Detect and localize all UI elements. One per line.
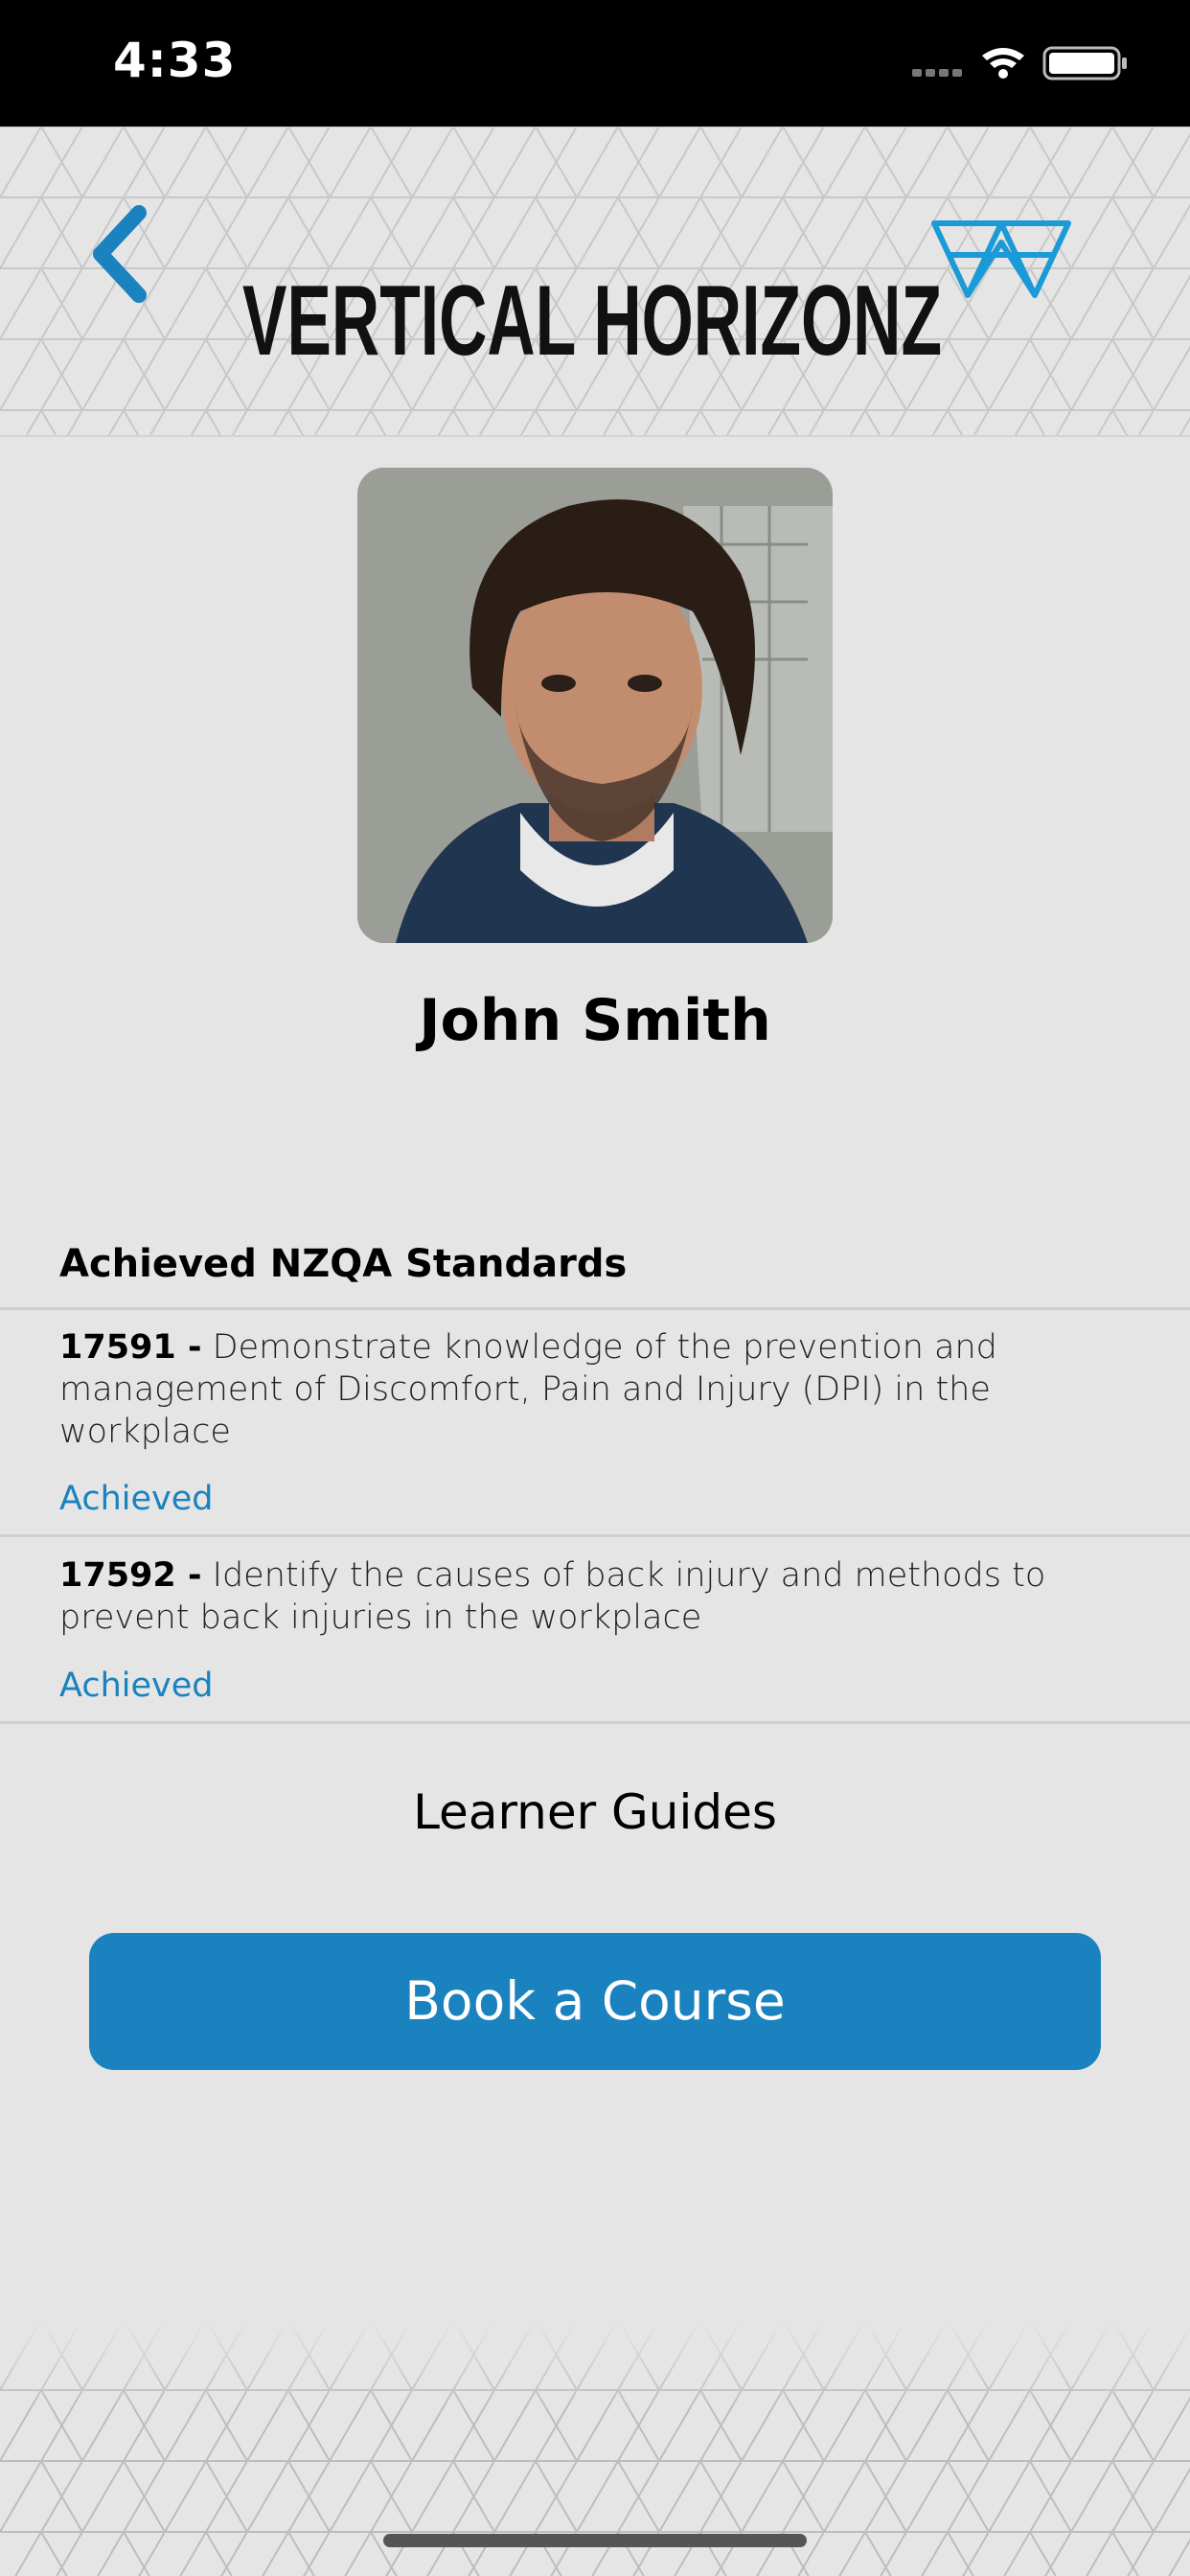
battery-icon <box>1042 46 1127 80</box>
back-button[interactable] <box>86 201 172 307</box>
section-title: Achieved NZQA Standards <box>59 1242 628 1286</box>
back-chevron-icon <box>93 205 147 303</box>
home-indicator[interactable] <box>383 2534 807 2547</box>
divider <box>0 1534 1190 1537</box>
list-item[interactable]: 17592 - Identify the causes of back inju… <box>59 1554 1075 1639</box>
status-icons <box>912 46 1127 80</box>
brand-text: VERTICAL HORIZONZ <box>242 265 942 374</box>
standard-code: 17592 - <box>59 1556 202 1595</box>
status-bar: 4:33 <box>0 0 1190 126</box>
list-item[interactable]: 17591 - Demonstrate knowledge of the pre… <box>59 1326 1075 1453</box>
brand-logo: VERTICAL HORIZONZ <box>242 265 942 374</box>
status-time: 4:33 <box>113 33 237 88</box>
divider <box>0 1307 1190 1310</box>
signal-icon <box>912 69 962 77</box>
standard-description: Identify the causes of back injury and m… <box>59 1556 1046 1637</box>
status-label: Achieved <box>59 1480 214 1518</box>
person-name: John Smith <box>419 987 771 1054</box>
learner-guides-link[interactable]: Learner Guides <box>0 1784 1190 1840</box>
wifi-icon <box>982 48 1024 79</box>
status-label: Achieved <box>59 1667 214 1705</box>
brand-mark-icon <box>931 220 1071 298</box>
avatar <box>357 468 833 943</box>
avatar-photo <box>357 468 833 943</box>
divider <box>0 1721 1190 1724</box>
standard-code: 17591 - <box>59 1328 202 1367</box>
book-course-button[interactable]: Book a Course <box>89 1933 1101 2070</box>
